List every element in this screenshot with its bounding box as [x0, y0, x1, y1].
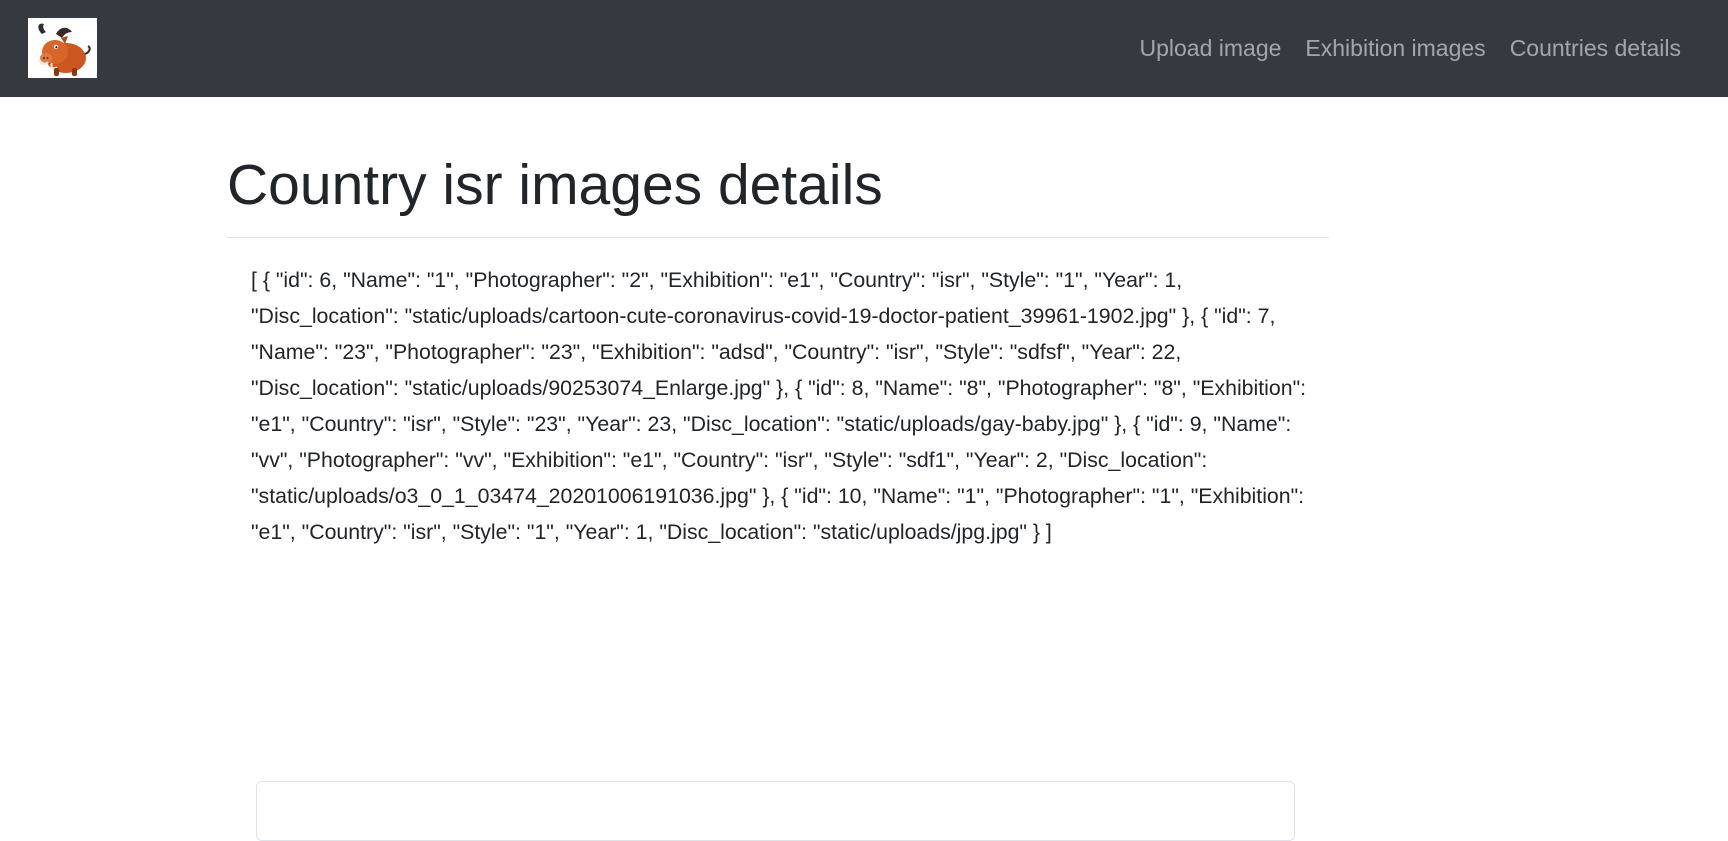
nav-exhibition-images[interactable]: Exhibition images — [1305, 35, 1485, 62]
nav-countries-details[interactable]: Countries details — [1510, 35, 1681, 62]
warthog-icon — [38, 23, 91, 76]
json-output: [ { "id": 6, "Name": "1", "Photographer"… — [251, 267, 1307, 544]
top-navbar: Upload image Exhibition images Countries… — [0, 0, 1728, 97]
page-title: Country isr images details — [227, 153, 883, 217]
nav-links: Upload image Exhibition images Countries… — [1116, 0, 1682, 97]
logo-image[interactable] — [28, 18, 97, 78]
title-divider — [227, 236, 1329, 238]
nav-upload-image[interactable]: Upload image — [1140, 35, 1282, 62]
main-content: Country isr images details [ { "id": 6, … — [227, 97, 1329, 550]
bottom-card — [256, 781, 1295, 841]
